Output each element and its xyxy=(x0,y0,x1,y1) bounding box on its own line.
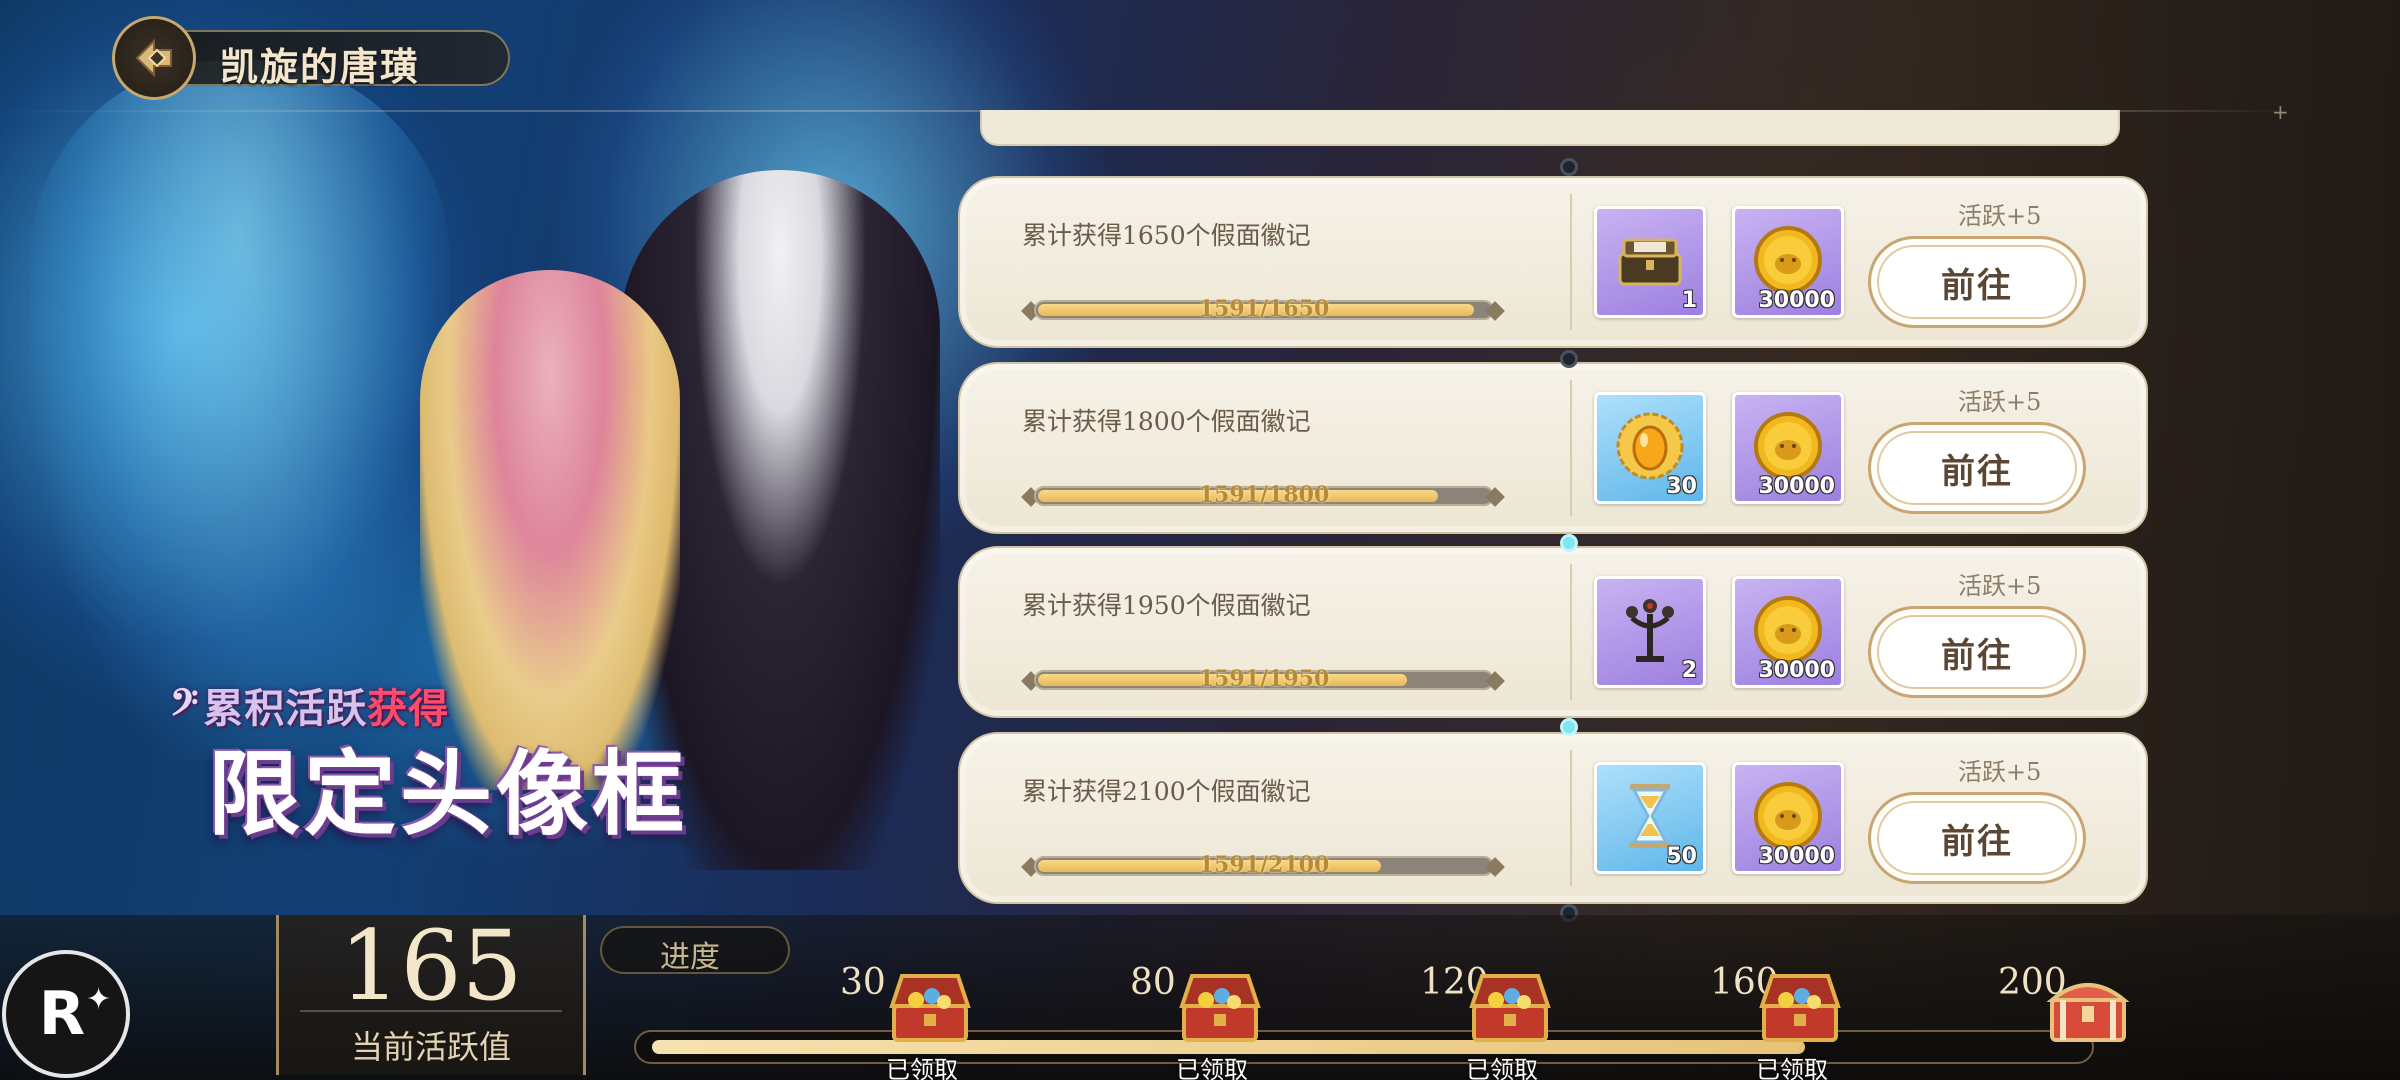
milestone-chest-button[interactable] xyxy=(1462,966,1558,1046)
current-activity-label: 当前活跃值 xyxy=(350,1028,511,1066)
milestone-status: 已领取 xyxy=(1466,1056,1538,1080)
card-divider xyxy=(1570,194,1572,330)
reward-quantity: 30000 xyxy=(1758,474,1835,499)
task-description: 累计获得1800个假面徽记 xyxy=(1022,407,1311,436)
task-progress-text: 1591/1800 xyxy=(1198,482,1330,508)
reward-slot[interactable]: 50 xyxy=(1594,762,1706,874)
r-logo-icon: R xyxy=(38,979,86,1049)
milestone-chest-button[interactable] xyxy=(882,966,978,1046)
reward-slot[interactable]: 30000 xyxy=(1732,762,1844,874)
task-card: 累计获得1950个假面徽记 1591/1950 2 30000 活跃+5 前往 xyxy=(958,546,2148,718)
reward-slot[interactable]: 30000 xyxy=(1732,206,1844,318)
milestone-value: 80 xyxy=(1130,962,1176,1003)
milestone-status: 已领取 xyxy=(1176,1056,1248,1080)
open-chest-icon xyxy=(1172,974,1268,1050)
go-button[interactable]: 前往 xyxy=(1868,606,2086,698)
activity-points-label: 活跃+5 xyxy=(1958,572,2042,600)
current-activity-value: 165 xyxy=(339,910,523,1022)
milestone-value: 30 xyxy=(840,962,886,1003)
milestone-status: 已领取 xyxy=(1756,1056,1828,1080)
go-button[interactable]: 前往 xyxy=(1868,422,2086,514)
open-chest-icon xyxy=(1752,974,1848,1050)
reward-slot[interactable]: 1 xyxy=(1594,206,1706,318)
treasure-box-icon xyxy=(1610,220,1690,304)
bass-clef-icon: 𝄢 xyxy=(170,682,200,733)
card-divider xyxy=(1570,564,1572,700)
reward-quantity: 2 xyxy=(1681,658,1697,683)
card-connector xyxy=(1560,158,1578,176)
card-divider xyxy=(1570,380,1572,516)
task-progress-text: 1591/2100 xyxy=(1198,852,1330,878)
reward-quantity: 30000 xyxy=(1758,844,1835,869)
task-card: 累计获得2100个假面徽记 1591/2100 50 30000 活跃+5 前往 xyxy=(958,732,2148,904)
promo-title: 限定头像框 xyxy=(208,740,689,848)
reward-slot[interactable]: 30000 xyxy=(1732,576,1844,688)
open-chest-icon xyxy=(1462,974,1558,1050)
task-progress-text: 1591/1950 xyxy=(1198,666,1330,692)
pink-haired-character-art xyxy=(420,270,680,790)
go-button[interactable]: 前往 xyxy=(1868,236,2086,328)
candelabra-icon xyxy=(1610,590,1690,674)
milestone-chest-button[interactable] xyxy=(1752,966,1848,1046)
milestone-chest-button[interactable] xyxy=(1172,966,1268,1046)
go-button[interactable]: 前往 xyxy=(1868,792,2086,884)
milestone-status: 已领取 xyxy=(886,1056,958,1080)
overlay-logo-button[interactable]: R ✦ xyxy=(2,950,130,1078)
task-progress-text: 1591/1650 xyxy=(1198,296,1330,322)
task-card: 累计获得1800个假面徽记 1591/1800 30 30000 活跃+5 前往 xyxy=(958,362,2148,534)
card-connector xyxy=(1560,534,1578,552)
spirit-character-art xyxy=(30,60,450,760)
card-connector xyxy=(1560,718,1578,736)
reward-slot[interactable]: 30 xyxy=(1594,392,1706,504)
task-description: 累计获得2100个假面徽记 xyxy=(1022,777,1311,806)
card-connector xyxy=(1560,350,1578,368)
sparkle-icon: ✦ xyxy=(86,982,112,1017)
reward-quantity: 50 xyxy=(1666,844,1697,869)
page-title: 凯旋的唐璜 xyxy=(220,44,421,89)
reward-slot[interactable]: 2 xyxy=(1594,576,1706,688)
task-description: 累计获得1650个假面徽记 xyxy=(1022,221,1311,250)
score-divider xyxy=(300,1010,562,1012)
milestone-chest-button[interactable] xyxy=(2040,966,2136,1046)
activity-points-label: 活跃+5 xyxy=(1958,758,2042,786)
card-divider xyxy=(1570,750,1572,886)
back-button[interactable] xyxy=(112,16,196,100)
activity-points-label: 活跃+5 xyxy=(1958,388,2042,416)
back-arrow-icon xyxy=(135,38,172,78)
activity-points-label: 活跃+5 xyxy=(1958,202,2042,230)
open-chest-icon xyxy=(882,974,978,1050)
reward-quantity: 30 xyxy=(1666,474,1697,499)
task-card: 累计获得1650个假面徽记 1591/1650 1 30000 活跃+5 前往 xyxy=(958,176,2148,348)
reward-slot[interactable]: 30000 xyxy=(1732,392,1844,504)
task-description: 累计获得1950个假面徽记 xyxy=(1022,591,1311,620)
reward-quantity: 1 xyxy=(1681,288,1697,313)
closed-chest-icon xyxy=(2040,983,2136,1050)
corner-ornament: + xyxy=(2272,100,2289,124)
reward-quantity: 30000 xyxy=(1758,658,1835,683)
progress-label: 进度 xyxy=(660,940,720,975)
reward-quantity: 30000 xyxy=(1758,288,1835,313)
previous-task-card-edge xyxy=(980,110,2120,146)
